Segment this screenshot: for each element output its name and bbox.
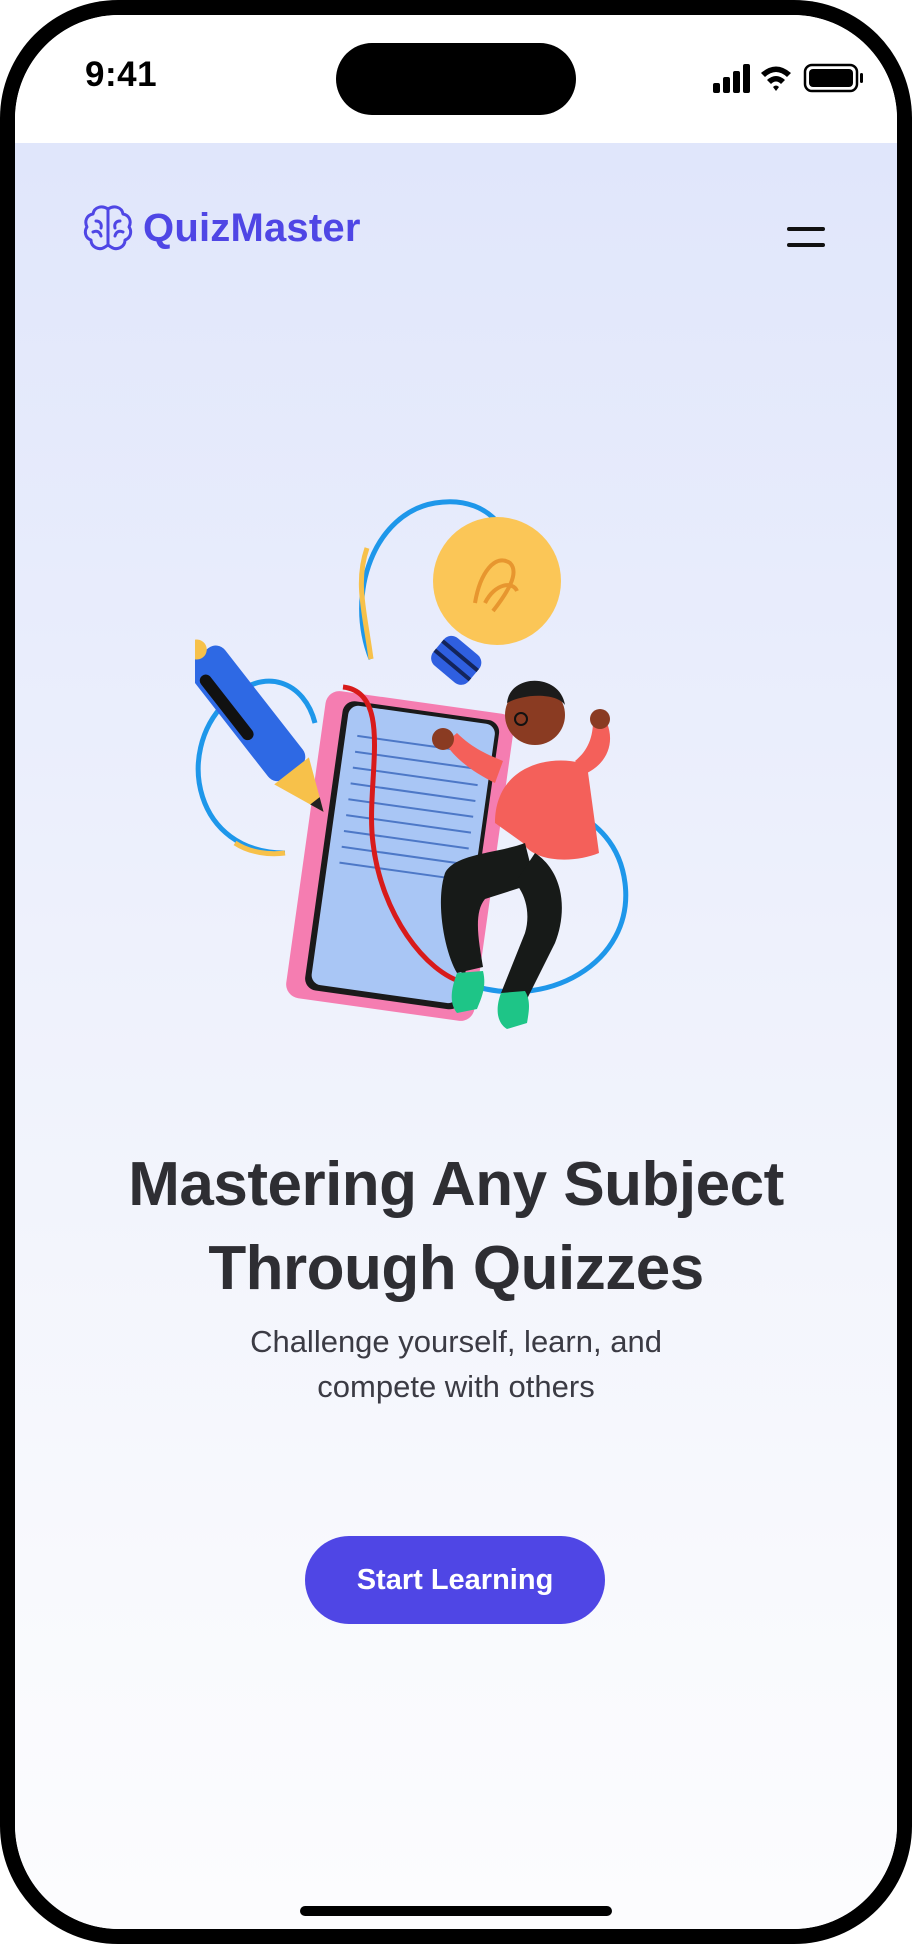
wifi-icon: [761, 66, 791, 91]
pencil-icon: [195, 639, 324, 812]
cellular-signal-icon: [713, 64, 750, 93]
brand-name: QuizMaster: [143, 205, 361, 250]
hero-title: Mastering Any Subject Through Quizzes: [15, 1143, 897, 1311]
hero-illustration: [195, 499, 629, 1029]
status-bar: 9:41: [15, 15, 897, 143]
hero-subtitle-line-1: Challenge yourself, learn, and: [250, 1324, 662, 1359]
screen: 9:41 QuizMaster Mastering Any Subject Th…: [15, 15, 897, 1929]
hamburger-menu-icon[interactable]: [787, 223, 827, 253]
brand-logo[interactable]: QuizMaster: [81, 201, 361, 255]
hero-subtitle: Challenge yourself, learn, and compete w…: [15, 1319, 897, 1409]
home-indicator[interactable]: [300, 1906, 612, 1916]
phone-frame: 9:41 QuizMaster Mastering Any Subject Th…: [0, 0, 912, 1944]
status-icons: [713, 63, 863, 93]
hero-subtitle-line-2: compete with others: [317, 1369, 595, 1404]
lightbulb-icon: [431, 517, 561, 685]
brain-icon: [83, 205, 133, 251]
app-content: QuizMaster Mastering Any Subject Through…: [15, 143, 897, 1929]
start-learning-button[interactable]: Start Learning: [305, 1536, 605, 1624]
hero-title-line-1: Mastering Any Subject: [128, 1150, 784, 1219]
menu-bar-top: [787, 227, 825, 231]
menu-bar-bottom: [787, 243, 825, 247]
battery-icon: [803, 63, 863, 93]
dynamic-island: [336, 43, 576, 115]
status-time: 9:41: [85, 55, 158, 94]
hero-title-line-2: Through Quizzes: [208, 1234, 704, 1303]
